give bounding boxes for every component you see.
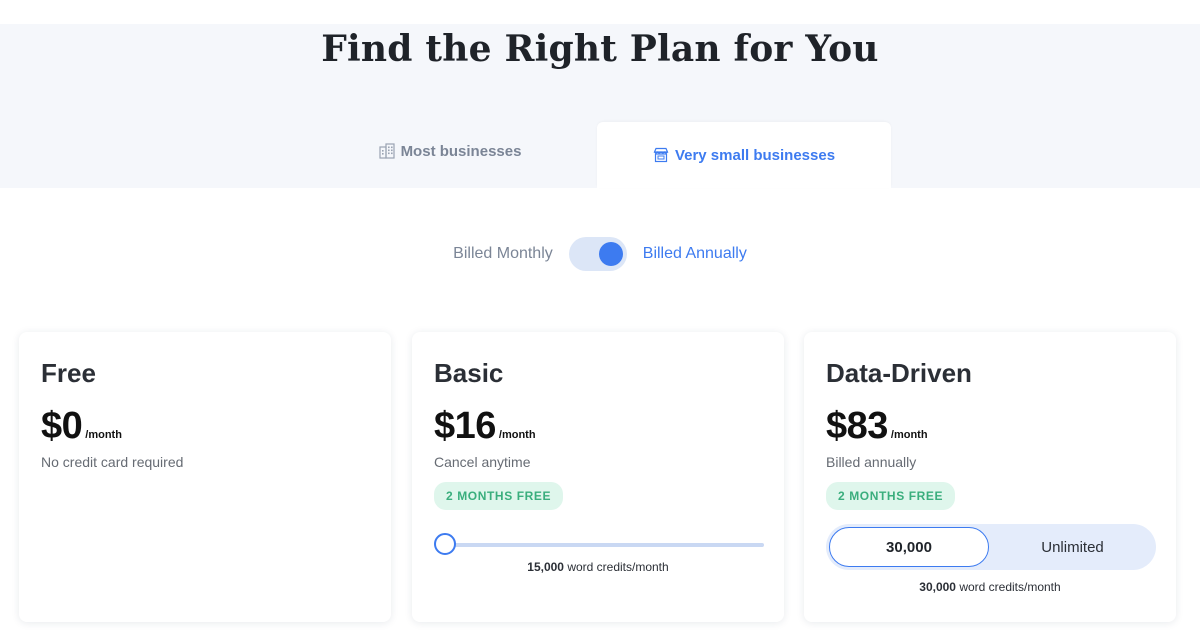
billing-toggle-row: Billed Monthly Billed Annually (0, 236, 1200, 272)
credits-option-selector: 30,000 Unlimited (826, 524, 1156, 570)
storefront-icon (653, 147, 669, 163)
credits-value: 30,000 (919, 580, 956, 594)
tab-most-businesses[interactable]: Most businesses (304, 118, 596, 184)
tab-most-businesses-label: Most businesses (400, 142, 522, 160)
option-unlimited[interactable]: Unlimited (989, 539, 1156, 556)
toggle-knob (598, 242, 623, 266)
plan-price: $0 (41, 405, 83, 447)
word-credits-label: 30,000 word credits/month (826, 580, 1154, 594)
tab-very-small-businesses-label: Very small businesses (674, 146, 836, 164)
price-period: /month (498, 429, 536, 441)
plan-note: Billed annually (826, 454, 917, 470)
slider-track[interactable] (442, 543, 764, 547)
plan-note: Cancel anytime (434, 454, 531, 470)
plan-note: No credit card required (41, 454, 184, 470)
plan-name: Data-Driven (826, 358, 972, 388)
billing-period-toggle[interactable] (568, 237, 627, 271)
building-icon (378, 143, 395, 159)
plan-card-free: Free $0 /month No credit card required (19, 332, 391, 622)
plan-price: $83 (826, 405, 888, 447)
plan-name: Basic (434, 358, 504, 388)
plan-price: $16 (434, 405, 496, 447)
billed-annually-label[interactable]: Billed Annually (643, 245, 747, 263)
billed-monthly-label[interactable]: Billed Monthly (453, 245, 553, 263)
price-row: $0 /month (41, 405, 369, 448)
months-free-badge: 2 MONTHS FREE (434, 482, 564, 510)
slider-thumb[interactable] (434, 533, 456, 555)
price-period: /month (890, 429, 928, 441)
price-row: $16 /month (434, 405, 762, 448)
page-title: Find the Right Plan for You (321, 28, 879, 70)
credits-suffix: word credits/month (563, 560, 669, 574)
word-credits-slider[interactable] (434, 533, 764, 555)
option-30000[interactable]: 30,000 (829, 527, 989, 567)
price-period: /month (85, 429, 122, 441)
plan-card-data-driven: Data-Driven $83 /month Billed annually 2… (804, 332, 1176, 622)
price-row: $83 /month (826, 405, 1154, 448)
tab-very-small-businesses[interactable]: Very small businesses (597, 122, 891, 188)
plan-name: Free (41, 358, 96, 388)
credits-value: 15,000 (527, 560, 564, 574)
plan-card-basic: Basic $16 /month Cancel anytime 2 MONTHS… (412, 332, 784, 622)
credits-suffix: word credits/month (955, 580, 1061, 594)
word-credits-label: 15,000 word credits/month (434, 560, 762, 574)
months-free-badge: 2 MONTHS FREE (826, 482, 956, 510)
